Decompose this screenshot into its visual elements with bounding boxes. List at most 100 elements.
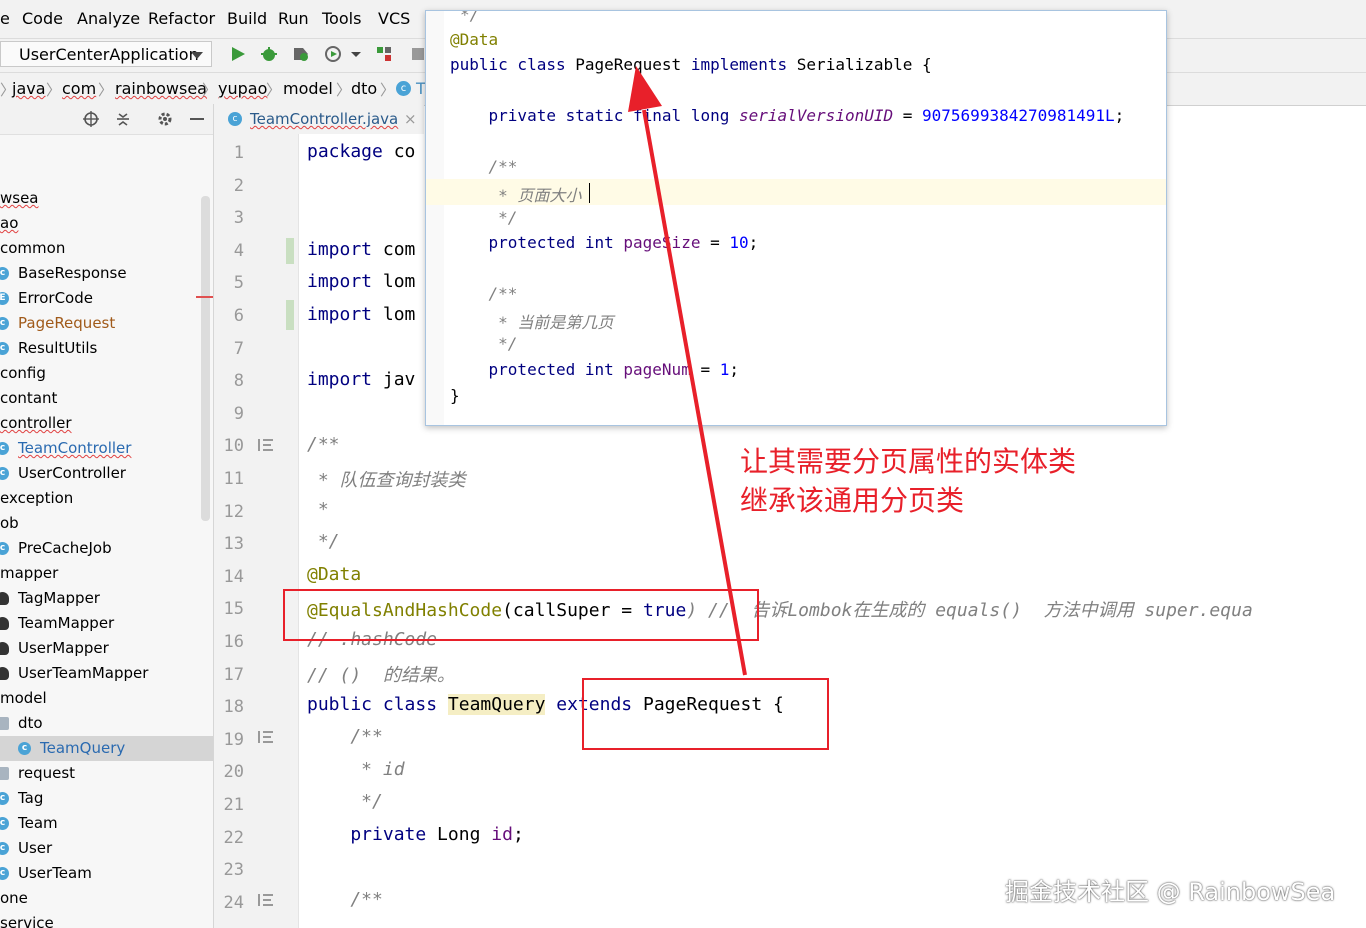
locate-icon[interactable] [82, 110, 100, 128]
tree-item-ao[interactable]: ao [0, 211, 213, 236]
tree-item-controller[interactable]: controller [0, 411, 213, 436]
doc-comment-icon[interactable] [257, 437, 275, 453]
gear-icon[interactable] [156, 110, 174, 128]
tree-item-label: PageRequest [18, 314, 116, 332]
code-line-19: /** [307, 726, 383, 747]
menu-item-tools[interactable]: Tools [322, 9, 361, 28]
line-number: 20 [223, 762, 244, 783]
tree-item-errorcode[interactable]: E ErrorCode [0, 286, 213, 311]
tree-item-label: BaseResponse [18, 264, 127, 282]
breadcrumb-model[interactable]: model [283, 79, 333, 98]
tree-item-userteammapper[interactable]: UserTeamMapper [0, 661, 213, 686]
breadcrumb-dto[interactable]: dto [351, 79, 377, 98]
tree-item-dto[interactable]: dto [0, 711, 213, 736]
tree-item-label: ao [0, 214, 19, 232]
doc-comment-icon[interactable] [257, 729, 275, 745]
debug-icon[interactable] [259, 44, 279, 64]
tree-item-common[interactable]: common [0, 236, 213, 261]
tree-item-label: TeamMapper [18, 614, 115, 632]
vcs-change-marker [286, 238, 294, 264]
tree-item-label: PreCacheJob [18, 539, 112, 557]
highlight-box-extends [582, 678, 829, 750]
menu-item-vcs[interactable]: VCS [378, 9, 410, 28]
tree-item-exception[interactable]: exception [0, 486, 213, 511]
tree-item-model[interactable]: model [0, 686, 213, 711]
line-number: 16 [223, 632, 244, 652]
watermark: 掘金技术社区 @ RainbowSea [1005, 878, 1336, 906]
coverage-icon[interactable] [291, 44, 311, 64]
tree-item-contant[interactable]: contant [0, 386, 213, 411]
collapse-all-icon[interactable] [114, 110, 132, 128]
tree-item-label: TeamQuery [40, 739, 126, 757]
menu-item-edit[interactable]: e [0, 9, 10, 28]
tree-item-label: ErrorCode [18, 289, 93, 307]
close-icon[interactable]: × [404, 104, 417, 134]
run-icon[interactable] [228, 44, 248, 64]
breadcrumb-separator-icon: 〉 [46, 81, 62, 99]
breadcrumb-java[interactable]: java [12, 79, 46, 98]
chevron-down-icon[interactable] [350, 44, 362, 64]
class-icon: c [0, 342, 9, 355]
tree-item-label: request [18, 764, 76, 782]
tree-item-label: service [0, 914, 54, 928]
tree-item-usermapper[interactable]: UserMapper [0, 636, 213, 661]
tree-item-baseresponse[interactable]: c BaseResponse [0, 261, 213, 286]
code-line-21: */ [307, 791, 383, 812]
class-icon: c [0, 842, 9, 855]
tree-item-service[interactable]: service [0, 911, 213, 928]
line-number: 1 [233, 143, 244, 163]
breadcrumb-rainbowsea[interactable]: rainbowsea [115, 79, 207, 98]
tree-item-wsea[interactable]: wsea [0, 186, 213, 211]
class-icon: c [18, 742, 31, 755]
tree-item-one[interactable]: one [0, 886, 213, 911]
popup-annotation: @Data [450, 30, 499, 49]
mybatis-icon [0, 617, 9, 630]
tree-item-teamcontroller[interactable]: c TeamController [0, 436, 213, 461]
line-number: 8 [233, 371, 244, 392]
breadcrumb-yupao[interactable]: yupao [218, 79, 267, 98]
breadcrumb-separator-icon: 〉 [336, 81, 352, 99]
breadcrumb-com[interactable]: com [62, 79, 96, 98]
tree-item-label: UserTeam [18, 864, 92, 882]
tree-item-label: contant [0, 389, 58, 407]
line-number: 15 [223, 599, 244, 620]
tree-item-pagerequest[interactable]: c PageRequest [0, 311, 213, 336]
run-configuration-select[interactable]: UserCenterApplication [0, 41, 212, 67]
tree-item-user[interactable]: c User [0, 836, 213, 861]
line-number: 21 [223, 795, 244, 815]
tree-item-label: TagMapper [18, 589, 100, 607]
code-line-1: package co [307, 141, 416, 162]
enum-icon: E [0, 292, 9, 305]
line-number: 10 [223, 436, 244, 457]
profile-icon[interactable] [324, 44, 344, 64]
line-number: 6 [233, 306, 244, 326]
tree-item-team[interactable]: c Team [0, 811, 213, 836]
tree-item-precachejob[interactable]: c PreCacheJob [0, 536, 213, 561]
minimize-icon[interactable] [188, 110, 206, 128]
menu-item-build[interactable]: Build [227, 9, 267, 28]
menu-item-run[interactable]: Run [278, 9, 309, 28]
tree-item-mapper[interactable]: mapper [0, 561, 213, 586]
tree-item-request[interactable]: request [0, 761, 213, 786]
doc-comment-icon[interactable] [257, 892, 275, 908]
tree-item-userteam[interactable]: c UserTeam [0, 861, 213, 886]
menu-item-code[interactable]: Code [22, 9, 63, 28]
tree-item-usercontroller[interactable]: c UserController [0, 461, 213, 486]
tree-item-tagmapper[interactable]: TagMapper [0, 586, 213, 611]
line-number: 17 [223, 664, 244, 685]
tree-item-tag[interactable]: c Tag [0, 786, 213, 811]
quick-definition-popup[interactable]: */ @Data public class PageRequest implem… [425, 10, 1167, 426]
line-number: 2 [233, 175, 244, 196]
line-number: 23 [223, 860, 244, 881]
menu-item-analyze[interactable]: Analyze [77, 9, 140, 28]
code-line-20: * id [307, 759, 405, 780]
tree-item-ob[interactable]: ob [0, 511, 213, 536]
tree-item-teamquery[interactable]: c TeamQuery [0, 736, 213, 761]
tree-item-resultutils[interactable]: c ResultUtils [0, 336, 213, 361]
build-icon[interactable] [374, 44, 394, 64]
tree-item-config[interactable]: config [0, 361, 213, 386]
code-line-12: * [307, 499, 329, 520]
tree-item-teammapper[interactable]: TeamMapper [0, 611, 213, 636]
menu-item-refactor[interactable]: Refactor [148, 9, 215, 28]
mybatis-icon [0, 592, 9, 605]
